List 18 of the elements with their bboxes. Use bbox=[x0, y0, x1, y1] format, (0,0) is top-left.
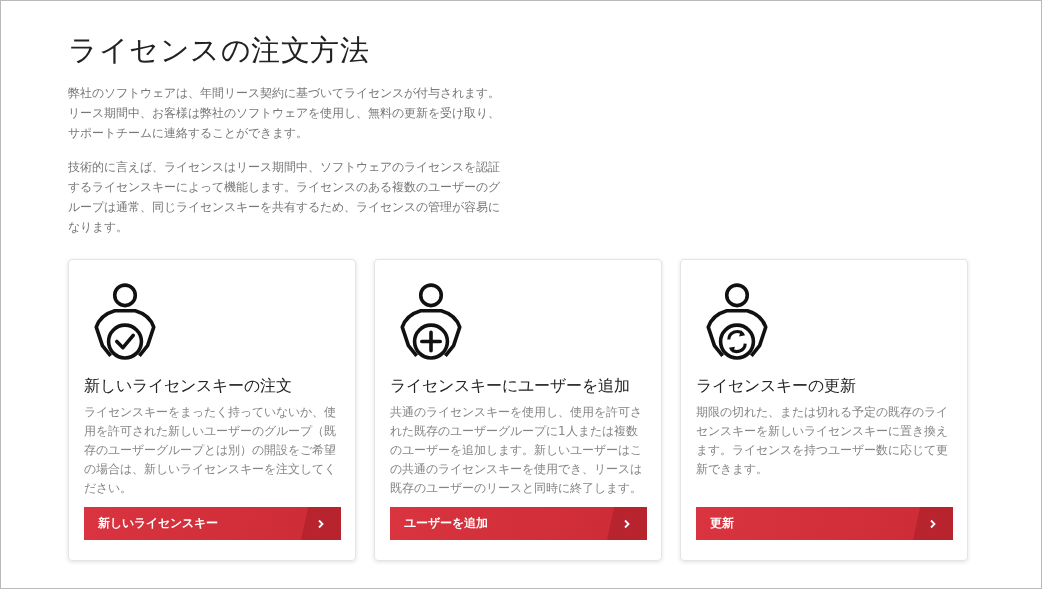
chevron-right-icon bbox=[928, 518, 938, 529]
chevron-right-icon bbox=[622, 518, 632, 529]
chevron-right-icon bbox=[316, 518, 326, 529]
card-button[interactable]: 新しいライセンスキー bbox=[84, 507, 341, 540]
intro-paragraph: 技術的に言えば、ライセンスはリース期間中、ソフトウェアのライセンスを認証するライセンスキーによって機能します。ライセンスのある複数のユーザーのグループは通常、同じライセンスキーを共有するため、ライセンスの管理が容易になります。 bbox=[68, 159, 501, 236]
card-button[interactable]: ユーザーを追加 bbox=[390, 507, 647, 540]
card-description: 共通のライセンスキーを使用し、使用を許可された既存のユーザーグループに1人または複数のユーザーを追加します。新しいユーザーはこの共通のライセンスキーを使用でき、リースは既存のユーザーのリースと同時に終了します。 bbox=[390, 404, 643, 497]
card-title: ライセンスキーの更新 bbox=[696, 376, 856, 397]
user-check-icon bbox=[92, 282, 158, 360]
card-title: 新しいライセンスキーの注文 bbox=[84, 376, 292, 397]
user-refresh-icon bbox=[704, 282, 770, 360]
intro-paragraph: 弊社のソフトウェアは、年間リース契約に基づいてライセンスが付与されます。リース期間中、お客様は弊社のソフトウェアを使用し、無料の更新を受け取り、サポートチームに連絡することができます。 bbox=[68, 85, 501, 142]
card-description: 期限の切れた、または切れる予定の既存のライセンスキーを新しいライセンスキーに置き換えます。ライセンスを持つユーザー数に応じて更新できます。 bbox=[696, 404, 949, 478]
card-title: ライセンスキーにユーザーを追加 bbox=[390, 376, 630, 397]
user-add-icon bbox=[398, 282, 464, 360]
page-title: ライセンスの注文方法 bbox=[68, 32, 369, 69]
card-button[interactable]: 更新 bbox=[696, 507, 953, 540]
card-description: ライセンスキーをまったく持っていないか、使用を許可された新しいユーザーのグループ（既存のユーザーグループとは別）の開設をご希望の場合は、新しいライセンスキーを注文してください。 bbox=[84, 404, 337, 497]
